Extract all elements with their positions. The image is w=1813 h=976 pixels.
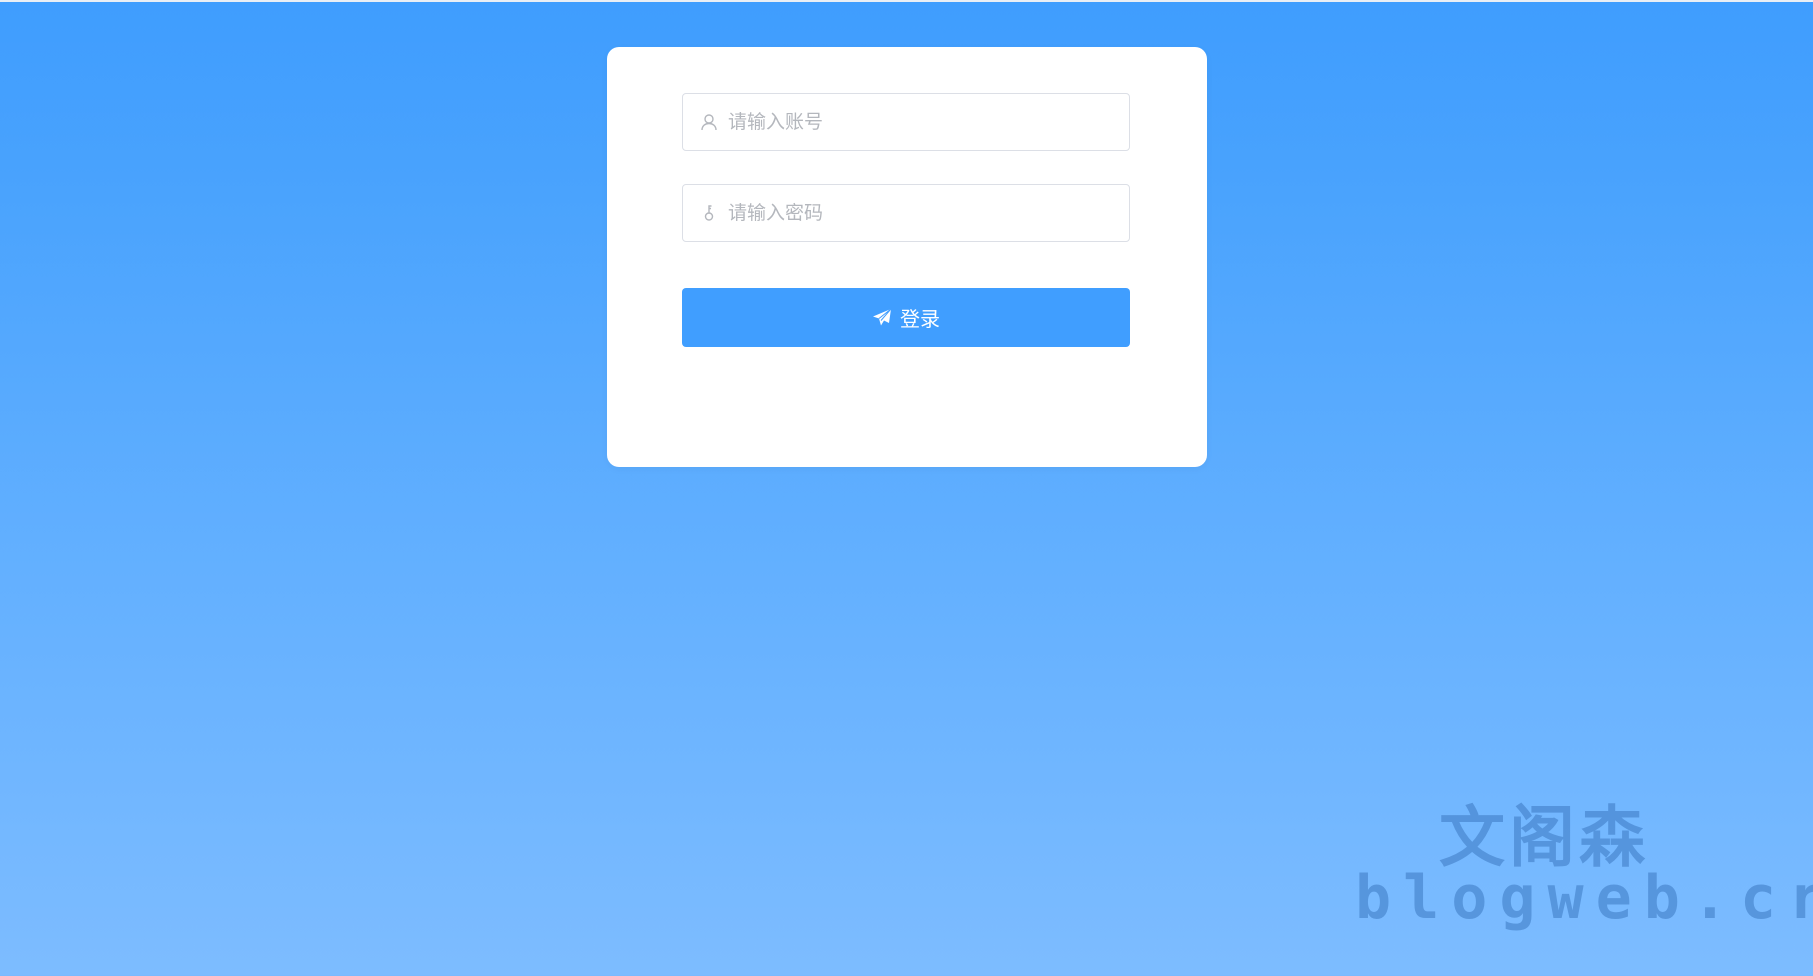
password-field[interactable] [682,184,1130,242]
account-field[interactable] [682,93,1130,151]
login-button-label: 登录 [900,307,940,331]
watermark-url: blogweb.cr [1355,863,1813,933]
watermark: 文阁森 blogweb.cr [1355,803,1813,933]
account-input[interactable] [728,102,1108,142]
login-card: 登录 [607,47,1207,467]
paper-plane-icon [872,308,892,328]
top-border [0,0,1813,2]
login-button[interactable]: 登录 [682,288,1130,347]
key-icon [700,204,718,222]
user-icon [700,113,718,131]
password-input[interactable] [728,193,1108,233]
